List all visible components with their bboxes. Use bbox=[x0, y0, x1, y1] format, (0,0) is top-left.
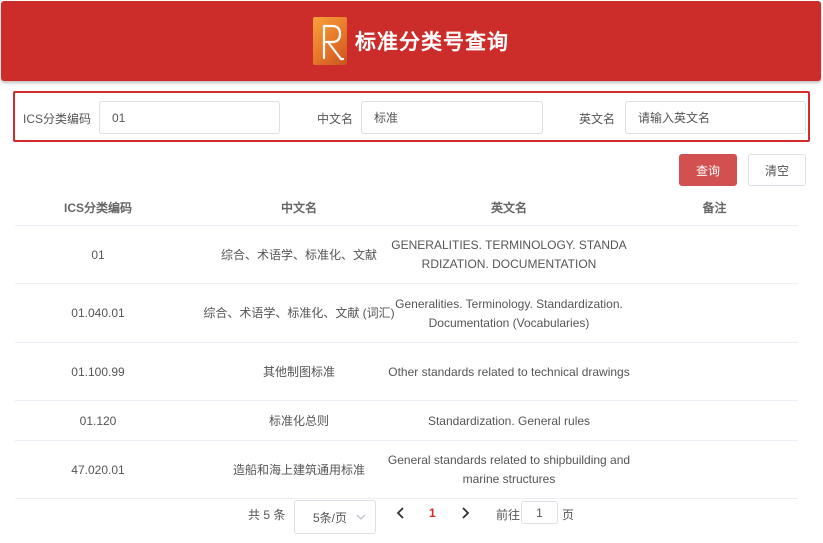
cell-english-name: GENERALITIES. TERMINOLOGY. STANDARDIZATI… bbox=[391, 238, 627, 271]
cell-code: 01 bbox=[91, 247, 105, 262]
search-form: ICS分类编码 中文名 英文名 bbox=[13, 91, 810, 142]
page-header: 标准分类号查询 bbox=[1, 1, 821, 81]
chinese-name-label: 中文名 bbox=[317, 112, 354, 126]
cell-chinese-name: 综合、术语学、标准化、文献 bbox=[220, 247, 377, 262]
pagination: 共 5 条 5条/页 1 前往 1 页 bbox=[0, 500, 823, 536]
cell-note bbox=[631, 226, 798, 284]
cell-note bbox=[631, 441, 798, 499]
cell-chinese-name: 造船和海上建筑通用标准 bbox=[232, 462, 365, 477]
chevron-down-icon bbox=[356, 514, 366, 520]
english-name-input[interactable] bbox=[625, 101, 806, 134]
column-header-chinese-name[interactable]: 中文名 bbox=[181, 199, 417, 216]
page-size-select[interactable]: 5条/页 bbox=[294, 500, 376, 534]
chevron-right-icon[interactable] bbox=[460, 507, 470, 519]
column-header-english-name[interactable]: 英文名 bbox=[387, 199, 631, 216]
cell-english-name: Standardization. General rules bbox=[427, 413, 591, 428]
cell-note bbox=[631, 343, 798, 401]
results-table: ICS分类编码 中文名 英文名 备注 01 综合、术语学、标准化、文献 GENE… bbox=[15, 188, 798, 499]
clear-button[interactable]: 清空 bbox=[748, 154, 806, 186]
cell-note bbox=[631, 284, 798, 343]
english-name-label: 英文名 bbox=[579, 112, 616, 126]
cell-code: 01.040.01 bbox=[71, 306, 125, 320]
current-page[interactable]: 1 bbox=[429, 506, 436, 520]
page-title: 标准分类号查询 bbox=[355, 31, 509, 54]
cell-chinese-name: 标准化总则 bbox=[268, 413, 329, 428]
cell-english-name: General standards related to shipbuildin… bbox=[387, 453, 631, 486]
logo-icon bbox=[313, 17, 347, 65]
cell-english-name: Other standards related to technical dra… bbox=[388, 364, 630, 379]
goto-label: 前往 bbox=[496, 508, 521, 522]
ics-code-label: ICS分类编码 bbox=[23, 112, 92, 126]
cell-code: 01.100.99 bbox=[71, 364, 125, 379]
goto-page-input[interactable]: 1 bbox=[521, 501, 558, 524]
ics-code-input[interactable] bbox=[99, 101, 280, 134]
cell-chinese-name: 综合、术语学、标准化、文献 (词汇) bbox=[203, 306, 395, 320]
column-header-note[interactable]: 备注 bbox=[631, 199, 798, 216]
table-row[interactable]: 01 综合、术语学、标准化、文献 GENERALITIES. TERMINOLO… bbox=[15, 226, 798, 284]
query-button[interactable]: 查询 bbox=[679, 154, 737, 186]
cell-chinese-name: 其他制图标准 bbox=[262, 364, 335, 379]
table-header: ICS分类编码 中文名 英文名 备注 bbox=[15, 188, 798, 226]
chinese-name-input[interactable] bbox=[361, 101, 543, 134]
total-count: 共 5 条 bbox=[248, 508, 286, 522]
cell-note bbox=[631, 401, 798, 441]
cell-english-name: Generalities. Terminology. Standardizati… bbox=[395, 296, 623, 330]
table-row[interactable]: 47.020.01 造船和海上建筑通用标准 General standards … bbox=[15, 441, 798, 499]
cell-code: 01.120 bbox=[79, 413, 117, 428]
cell-code: 47.020.01 bbox=[71, 462, 125, 477]
column-header-code[interactable]: ICS分类编码 bbox=[15, 199, 181, 216]
page-size-value: 5条/页 bbox=[313, 510, 348, 525]
chevron-left-icon[interactable] bbox=[396, 507, 406, 519]
page-unit-label: 页 bbox=[562, 508, 575, 522]
table-row[interactable]: 01.100.99 其他制图标准 Other standards related… bbox=[15, 343, 798, 401]
table-row[interactable]: 01.040.01 综合、术语学、标准化、文献 (词汇) Generalitie… bbox=[15, 284, 798, 343]
table-row[interactable]: 01.120 标准化总则 Standardization. General ru… bbox=[15, 401, 798, 441]
